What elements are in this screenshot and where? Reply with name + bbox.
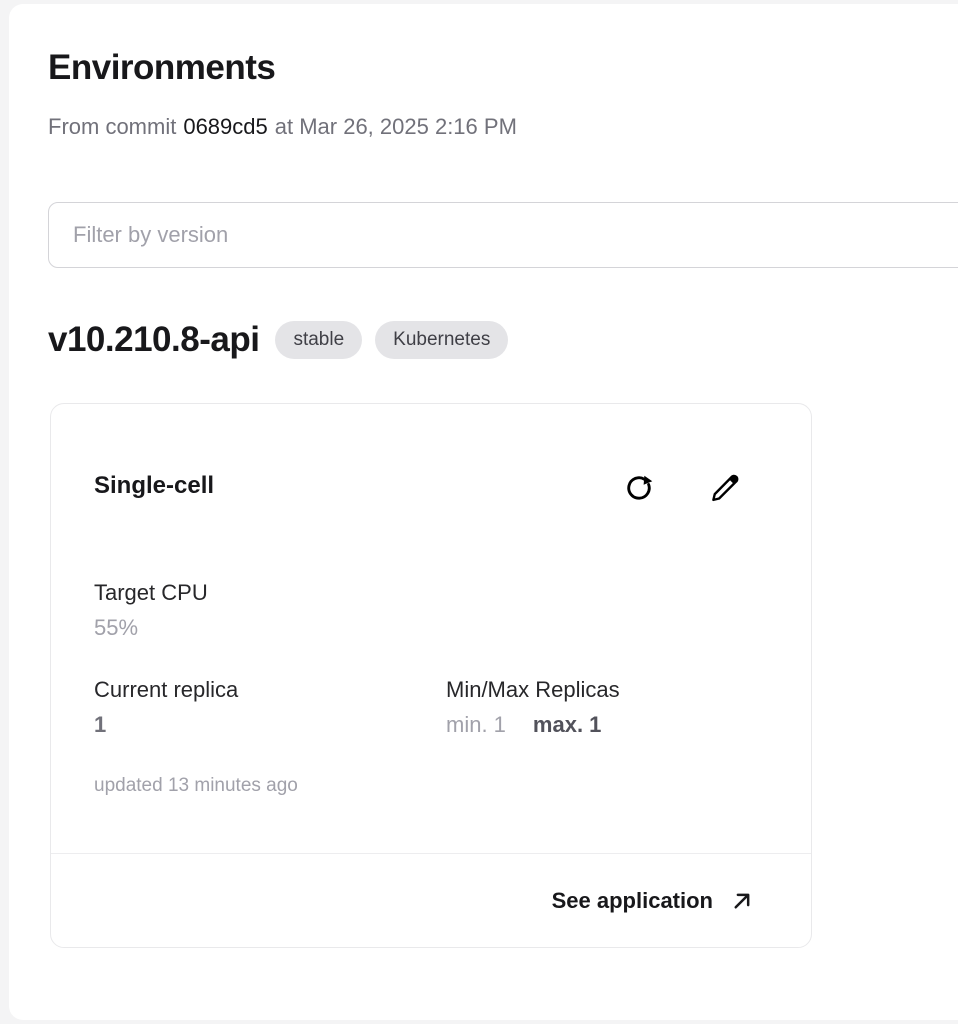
refresh-button[interactable] [623,472,655,504]
content-panel: Environments From commit 0689cd5 at Mar 26… [9,4,958,1020]
minmax-replicas-values: min. 1 max. 1 [446,711,601,740]
pencil-icon [710,473,740,503]
current-replica-value: 1 [94,711,106,740]
minmax-replicas-label: Min/Max Replicas [446,676,620,705]
filter-by-version-input[interactable] [48,202,958,268]
commit-subtitle: From commit 0689cd5 at Mar 26, 2025 2:16 P… [48,113,517,142]
refresh-icon [624,473,654,503]
min-replicas-value: min. 1 [446,711,506,740]
version-title: v10.210.8-api [48,318,259,362]
see-application-link[interactable]: See application [51,854,811,947]
status-badge: stable [275,321,362,359]
card-actions [623,472,741,504]
commit-subtitle-prefix: From commit [48,114,176,139]
environment-card: Single-cell Target CPU [50,403,812,948]
arrow-up-right-icon [729,888,755,914]
target-cpu-value: 55% [94,614,138,643]
version-heading-row: v10.210.8-api stable Kubernetes [48,318,508,362]
target-cpu-label: Target CPU [94,579,208,608]
current-replica-label: Current replica [94,676,238,705]
environment-name: Single-cell [94,470,214,501]
edit-button[interactable] [709,472,741,504]
updated-timestamp: updated 13 minutes ago [94,774,298,799]
see-application-label: See application [552,888,713,914]
page-title: Environments [48,46,275,90]
max-replicas-value: max. 1 [533,711,602,740]
commit-hash: 0689cd5 [183,114,267,139]
cluster-badge: Kubernetes [375,321,508,359]
commit-subtitle-suffix: at Mar 26, 2025 2:16 PM [275,114,517,139]
